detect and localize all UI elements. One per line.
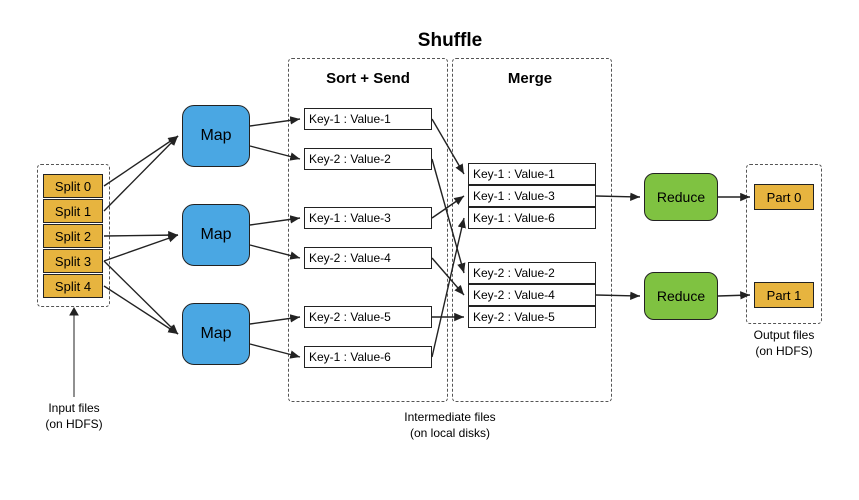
- split-cell: Split 1: [43, 199, 103, 223]
- kv-pair: Key-1 : Value-1: [304, 108, 432, 130]
- kv-pair: Key-1 : Value-6: [304, 346, 432, 368]
- kv-pair: Key-2 : Value-5: [304, 306, 432, 328]
- split-cell: Split 3: [43, 249, 103, 273]
- output-part: Part 1: [754, 282, 814, 308]
- merged-row: Key-2 : Value-2: [468, 262, 596, 284]
- map-task: Map: [182, 105, 250, 167]
- kv-pair: Key-2 : Value-4: [304, 247, 432, 269]
- merge-box-container: [452, 58, 612, 402]
- merged-row: Key-1 : Value-6: [468, 207, 596, 229]
- split-cell: Split 0: [43, 174, 103, 198]
- caption-text: Intermediate files (on local disks): [404, 410, 495, 440]
- merged-row: Key-2 : Value-5: [468, 306, 596, 328]
- output-part: Part 0: [754, 184, 814, 210]
- split-cell: Split 4: [43, 274, 103, 298]
- input-caption: Input files (on HDFS): [30, 401, 118, 432]
- kv-pair: Key-2 : Value-2: [304, 148, 432, 170]
- kv-pair: Key-1 : Value-3: [304, 207, 432, 229]
- reduce-task: Reduce: [644, 272, 718, 320]
- reduce-task: Reduce: [644, 173, 718, 221]
- shuffle-title: Shuffle: [300, 30, 600, 52]
- merged-row: Key-1 : Value-1: [468, 163, 596, 185]
- output-caption: Output files (on HDFS): [740, 328, 828, 359]
- map-task: Map: [182, 204, 250, 266]
- map-task: Map: [182, 303, 250, 365]
- split-cell: Split 2: [43, 224, 103, 248]
- caption-text: Input files (on HDFS): [45, 401, 102, 431]
- intermediate-caption: Intermediate files (on local disks): [380, 410, 520, 441]
- merged-row: Key-2 : Value-4: [468, 284, 596, 306]
- caption-text: Output files (on HDFS): [754, 328, 815, 358]
- merged-row: Key-1 : Value-3: [468, 185, 596, 207]
